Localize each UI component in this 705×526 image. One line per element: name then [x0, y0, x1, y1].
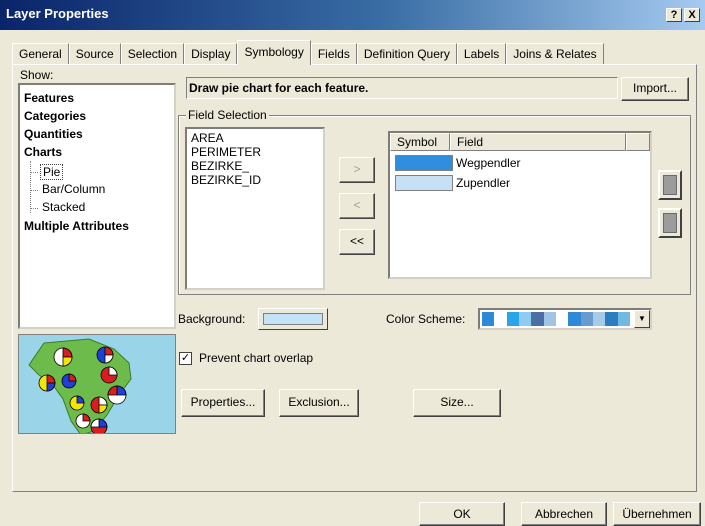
field-column-header[interactable]: Field — [450, 133, 626, 151]
tab-definition-query[interactable]: Definition Query — [356, 43, 457, 65]
help-button[interactable]: ? — [666, 8, 682, 22]
field-selection-label: Field Selection — [186, 108, 269, 122]
close-button[interactable]: X — [684, 8, 700, 22]
tab-general[interactable]: General — [12, 43, 69, 65]
show-item-multiple-attributes[interactable]: Multiple Attributes — [24, 219, 129, 233]
tab-joins-relates[interactable]: Joins & Relates — [506, 43, 604, 65]
tab-source[interactable]: Source — [68, 43, 121, 65]
show-item-quantities[interactable]: Quantities — [24, 127, 83, 141]
zupendler-symbol-swatch[interactable] — [395, 175, 453, 191]
size-button[interactable]: Size... — [413, 389, 501, 417]
tree-branch — [30, 190, 38, 191]
color-ramp-swatch — [555, 312, 569, 326]
available-fields-list[interactable]: AREA PERIMETER BEZIRKE_ BEZIRKE_ID — [185, 127, 325, 290]
field-item-area[interactable]: AREA — [191, 131, 224, 145]
field-item-perimeter[interactable]: PERIMETER — [191, 145, 261, 159]
preview-map-image — [19, 335, 175, 433]
zupendler-field-label[interactable]: Zupendler — [456, 176, 510, 190]
tree-line — [30, 161, 31, 213]
chart-description: Draw pie chart for each feature. — [189, 81, 369, 95]
chart-description-box: Draw pie chart for each feature. — [186, 77, 618, 99]
apply-button[interactable]: Übernehmen — [613, 502, 701, 526]
add-field-button[interactable]: > — [339, 157, 375, 183]
color-scheme-dropdown[interactable]: ▼ — [478, 308, 652, 330]
ok-button[interactable]: OK — [419, 502, 505, 526]
grid-header-filler — [626, 133, 650, 151]
background-color-button[interactable] — [258, 308, 328, 330]
move-up-button[interactable] — [658, 170, 682, 200]
show-item-pie[interactable]: Pie — [40, 164, 64, 180]
tab-symbology[interactable]: Symbology — [237, 40, 311, 65]
color-ramp-swatch — [531, 312, 544, 326]
show-item-stacked[interactable]: Stacked — [42, 200, 85, 214]
show-label: Show: — [20, 68, 54, 82]
tree-branch — [30, 172, 38, 173]
remove-field-button[interactable]: < — [339, 193, 375, 219]
prevent-overlap-label: Prevent chart overlap — [199, 351, 314, 365]
symbol-column-header[interactable]: Symbol — [390, 133, 450, 151]
import-button[interactable]: Import... — [621, 77, 689, 101]
field-item-bezirke[interactable]: BEZIRKE_ — [191, 159, 249, 173]
tree-branch — [30, 208, 38, 209]
title-bar: Layer Properties ? X — [0, 0, 705, 30]
tab-display[interactable]: Display — [184, 43, 238, 65]
wegpendler-symbol-swatch[interactable] — [395, 155, 453, 171]
cancel-button[interactable]: Abbrechen — [521, 502, 607, 526]
background-color-swatch — [263, 313, 323, 325]
color-ramp-swatch — [568, 312, 581, 326]
color-ramp-swatch — [506, 312, 519, 326]
color-ramp-swatch — [580, 312, 593, 326]
color-ramp-swatch — [605, 312, 618, 326]
color-ramp-swatch — [592, 312, 606, 326]
prevent-overlap-checkbox[interactable]: ✓ — [179, 352, 192, 365]
show-item-bar-column[interactable]: Bar/Column — [42, 182, 105, 196]
move-down-button[interactable] — [658, 208, 682, 238]
chart-preview — [18, 334, 176, 434]
color-ramp-swatch — [482, 312, 495, 326]
remove-all-fields-button[interactable]: << — [339, 229, 375, 255]
tab-labels[interactable]: Labels — [456, 43, 507, 65]
tab-strip: General Source Selection Display Symbolo… — [12, 40, 604, 65]
color-ramp-swatch — [518, 312, 532, 326]
color-ramp-swatch — [617, 312, 630, 326]
exclusion-button[interactable]: Exclusion... — [279, 389, 359, 417]
chevron-down-icon[interactable]: ▼ — [634, 310, 650, 328]
color-scheme-label: Color Scheme: — [386, 312, 466, 326]
show-item-charts[interactable]: Charts — [24, 145, 62, 159]
tab-fields[interactable]: Fields — [310, 43, 357, 65]
color-ramp-swatch — [494, 312, 507, 326]
color-ramp-swatch — [543, 312, 556, 326]
show-tree: Features Categories Quantities Charts Pi… — [18, 83, 176, 329]
background-label: Background: — [178, 312, 246, 326]
field-item-bezirke-id[interactable]: BEZIRKE_ID — [191, 173, 261, 187]
show-item-features[interactable]: Features — [24, 91, 74, 105]
wegpendler-field-label[interactable]: Wegpendler — [456, 156, 521, 170]
show-item-categories[interactable]: Categories — [24, 109, 86, 123]
color-ramp — [482, 312, 630, 326]
tab-selection[interactable]: Selection — [120, 43, 185, 65]
properties-button[interactable]: Properties... — [181, 389, 265, 417]
window-title: Layer Properties — [6, 6, 109, 21]
selected-fields-grid[interactable]: Symbol Field Wegpendler Zupendler — [388, 131, 652, 279]
